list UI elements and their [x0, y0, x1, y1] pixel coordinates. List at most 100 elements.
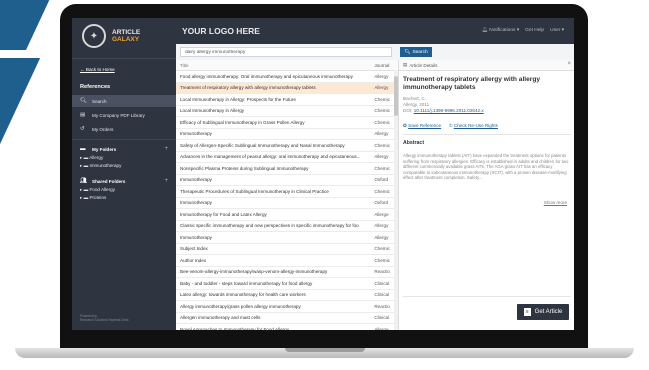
logo-line-galaxy: GALAXY	[112, 36, 140, 43]
folder-label: Immunotherapy	[89, 163, 122, 168]
table-row[interactable]: Immunotherapy Oxford	[176, 198, 398, 209]
table-row[interactable]: Novel Approaches to Immunotherapy for Fo…	[176, 324, 398, 330]
column-header-journal[interactable]: Journal	[371, 63, 398, 68]
row-title: Food allergy immunotherapy: Oral immunot…	[180, 73, 353, 79]
get-article-label: Get Article	[534, 309, 563, 315]
table-row[interactable]: Immunotherapy for Food and Latex Allergy…	[176, 209, 398, 221]
results-table: Title Journal Food allergy immunotherapy…	[176, 60, 398, 330]
folder-item-food-allergy[interactable]: ▸ ▬ Food Allergy	[80, 187, 115, 193]
folder-item-allergy[interactable]: ▸ ▬ Allergy	[80, 155, 103, 161]
column-header-title[interactable]: Title	[176, 63, 371, 68]
sidebar: ✦ ARTICLE GALAXY ← Back to Home Referenc…	[72, 18, 176, 330]
tab-article-details[interactable]: ▤ Article Details	[403, 62, 437, 68]
folder-label: Allergy	[89, 155, 104, 160]
folder-item-proteins[interactable]: ▸ ▬ Proteins	[80, 195, 106, 201]
get-help-link[interactable]: Get Help	[525, 28, 544, 33]
save-reference-label: Save Reference	[408, 123, 442, 128]
sidebar-item-search[interactable]: 🔍︎ Search	[72, 95, 176, 107]
laptop-notch	[285, 348, 365, 352]
powered-by-company: Research Solutions Reprints Desk	[80, 318, 129, 322]
table-row[interactable]: Immunotherapy Allergy	[176, 129, 398, 140]
row-title: Immunotherapy	[180, 234, 212, 240]
search-icon: 🔍︎	[80, 98, 87, 104]
article-galaxy-logo[interactable]: ✦ ARTICLE GALAXY	[82, 24, 140, 48]
table-row[interactable]: Food allergy immunotherapy: Oral immunot…	[176, 71, 398, 83]
table-row[interactable]: Therapeutic Procedures of Sublingual Imm…	[176, 186, 398, 198]
bookmark-icon: ✪	[403, 123, 407, 128]
galaxy-logo-icon: ✦	[82, 24, 106, 48]
book-icon: ▤	[80, 112, 86, 118]
powered-by-footer: Powered by Research Solutions Reprints D…	[80, 314, 129, 322]
table-row[interactable]: Subject Index Chemic	[176, 244, 398, 255]
row-title: Bee-venom-allergy-immunotherapy/wasp-ven…	[180, 269, 328, 275]
save-reference-button[interactable]: ✪ Save Reference	[403, 123, 441, 129]
sidebar-item-label: Search	[92, 98, 107, 104]
table-row[interactable]: Local Immunotherapy in Allergy: Prospect…	[176, 94, 398, 106]
details-divider	[403, 134, 571, 135]
row-title: Allergy immunotherapy/grass pollen aller…	[180, 303, 301, 309]
close-icon[interactable]: ×	[567, 61, 571, 67]
search-input[interactable]	[180, 47, 392, 57]
results-rows: Food allergy immunotherapy: Oral immunot…	[176, 71, 398, 330]
folder-item-immunotherapy[interactable]: ▸ ▬ Immunotherapy	[80, 163, 121, 169]
table-row[interactable]: Advances in the management of peanut all…	[176, 152, 398, 163]
abstract-heading: Abstract	[403, 140, 425, 146]
notifications-menu[interactable]: 🔔︎ Notifications ▾	[482, 28, 519, 33]
check-reuse-rights-button[interactable]: © Check Re-Use Rights	[449, 123, 498, 129]
table-row[interactable]: Allergen immunotherapy and mast cells Cli…	[176, 313, 398, 324]
app-screen: ✦ ARTICLE GALAXY ← Back to Home Referenc…	[72, 18, 574, 330]
get-article-button[interactable]: ≡ Get Article	[517, 304, 569, 320]
table-row[interactable]: Immunotherapy Allergy	[176, 232, 398, 244]
sidebar-item-orders[interactable]: ↺ My Orders	[72, 123, 176, 135]
folder-icon: ▬	[80, 146, 86, 152]
table-row[interactable]: Baby - and toddler - steps toward immuno…	[176, 278, 398, 290]
add-folder-button[interactable]: +	[164, 146, 168, 152]
row-title: Local Immunotherapy in Allergy	[180, 108, 245, 114]
table-row[interactable]: Author Index Chemic	[176, 255, 398, 267]
row-title: Safety of Allergen-Specific Sublingual I…	[180, 142, 345, 148]
table-row[interactable]: Bee-venom-allergy-immunotherapy/wasp-ven…	[176, 267, 398, 278]
doi-label: DOI:	[403, 108, 413, 113]
row-title: Immunotherapy	[180, 177, 212, 183]
people-icon: 👥︎	[80, 178, 87, 184]
doi-link[interactable]: 10.1111/j.1398-9995.2011.02642.x	[414, 108, 484, 113]
article-details-tab-bar: ▤ Article Details ×	[399, 60, 574, 71]
table-row[interactable]: Efficacy of Sublingual Immunotherapy in …	[176, 117, 398, 129]
sidebar-item-label: My Orders	[92, 126, 114, 132]
search-icon: 🔍︎	[404, 49, 411, 55]
table-row[interactable]: Treatment of respiratory allergy with al…	[176, 82, 398, 94]
table-row[interactable]: Immunotherapy Oxford	[176, 175, 398, 186]
user-menu[interactable]: User ▾	[550, 28, 564, 33]
check-reuse-rights-label: Check Re-Use Rights	[453, 123, 498, 128]
back-to-home-link[interactable]: ← Back to Home	[80, 67, 115, 72]
sidebar-divider	[72, 139, 176, 140]
table-row[interactable]: Nonspecific Plasma Proteins during Subli…	[176, 163, 398, 175]
sidebar-item-pdf-library[interactable]: ▤ My Company PDF Library	[72, 109, 176, 121]
details-divider	[403, 296, 571, 297]
abstract-text: Allergy immunotherapy tablets (AIT) have…	[403, 153, 569, 181]
results-header: Title Journal	[176, 60, 398, 71]
search-button[interactable]: 🔍︎ Search	[400, 47, 432, 57]
history-icon: ↺	[80, 126, 85, 132]
shared-folders-label: Shared Folders	[92, 178, 126, 184]
table-row[interactable]: Safety of Allergen-Specific Sublingual I…	[176, 140, 398, 152]
row-title: Immunotherapy for Food and Latex Allergy	[180, 211, 267, 217]
table-row[interactable]: Latex allergy: towards immunotherapy for…	[176, 290, 398, 301]
row-title: Allergen immunotherapy and mast cells	[180, 315, 261, 321]
table-row[interactable]: Allergy immunotherapy/grass pollen aller…	[176, 301, 398, 313]
table-row[interactable]: Classic specific immunotherapy and new p…	[176, 221, 398, 232]
references-heading: References	[80, 84, 111, 90]
copyright-icon: ©	[449, 123, 453, 128]
sidebar-divider	[72, 58, 176, 59]
user-label: User	[550, 28, 561, 33]
row-title: Author Index	[180, 257, 207, 263]
add-shared-folder-button[interactable]: +	[164, 178, 168, 184]
document-icon: ▤	[403, 62, 408, 67]
bell-icon: 🔔︎	[481, 28, 488, 33]
show-more-link[interactable]: Show more	[544, 200, 567, 205]
table-row[interactable]: Local Immunotherapy in Allergy Chemic	[176, 106, 398, 117]
top-bar: YOUR LOGO HERE 🔔︎ Notifications ▾ Get He…	[176, 18, 574, 44]
row-title: Subject Index	[180, 246, 208, 252]
search-button-label: Search	[412, 49, 428, 55]
back-to-home-label: Back to Home	[85, 67, 115, 72]
